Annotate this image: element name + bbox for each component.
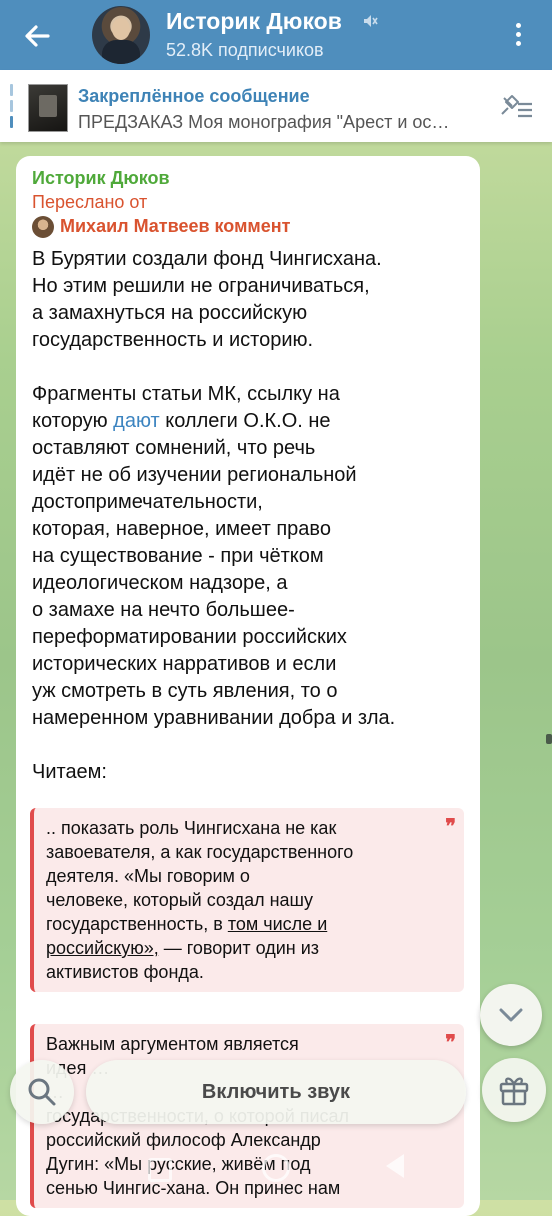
quote-icon: ❞: [445, 1030, 456, 1054]
text-line: переформатировании российских: [32, 626, 347, 648]
text-line: намеренном уравнивании добра и зла.: [32, 707, 396, 729]
text-line: оставляют сомнений, что речь: [32, 437, 316, 459]
text-line: В Бурятии создали фонд Чингисхана.: [32, 248, 382, 270]
dot-icon: [515, 23, 521, 28]
text-line: идёт не об изучении региональной: [32, 464, 357, 486]
message-bubble[interactable]: Историк Дюков Переслано от Михаил Матвее…: [16, 156, 480, 1216]
text-line: государственность и историю.: [32, 329, 314, 351]
more-menu-button[interactable]: [506, 20, 530, 52]
dot-icon: [515, 41, 521, 46]
gift-icon: [499, 1077, 529, 1106]
blockquote: ❞ .. показать роль Чингисхана не как зав…: [30, 808, 464, 992]
quote-line: человеке, который создал нашу: [46, 890, 313, 910]
channel-header: Историк Дюков 52.8K подписчиков: [0, 0, 552, 70]
chevron-down-icon: [499, 1008, 523, 1022]
forwarded-avatar[interactable]: [32, 216, 54, 238]
home-icon[interactable]: [262, 1154, 290, 1182]
text-line: которая, наверное, имеет право: [32, 518, 331, 540]
quote-line: Важным аргументом является: [46, 1034, 299, 1054]
subscriber-count: 52.8K подписчиков: [166, 40, 324, 60]
system-back-icon[interactable]: [386, 1154, 404, 1178]
text-line: о замахе на нечто большее-: [32, 599, 295, 621]
text-line: Но этим решили не ограничиваться,: [32, 275, 370, 297]
scroll-down-button[interactable]: [480, 984, 542, 1046]
message-text: В Бурятии создали фонд Чингисхана. Но эт…: [32, 246, 472, 786]
reading-label: Читаем:: [32, 761, 107, 783]
forwarded-label: Переслано от: [32, 192, 148, 212]
system-navigation-bar: [0, 1140, 552, 1200]
pinned-indicator: [10, 84, 13, 128]
quote-line: деятеля. «Мы говорим о: [46, 866, 250, 886]
text-link[interactable]: дают: [113, 410, 160, 432]
text-line: достопримечательности,: [32, 491, 263, 513]
quote-line: государственность, в том числе и: [46, 914, 328, 934]
search-button[interactable]: [10, 1060, 74, 1124]
text-line: уж смотреть в суть явления, то о: [32, 680, 338, 702]
quote-link[interactable]: том числе и: [228, 914, 327, 934]
quote-line: активистов фонда.: [46, 962, 204, 982]
quote-link[interactable]: российскую»,: [46, 938, 159, 958]
back-button[interactable]: [18, 18, 58, 54]
gift-button[interactable]: [482, 1058, 546, 1122]
channel-title[interactable]: Историк Дюков: [166, 8, 342, 35]
enable-sound-button[interactable]: Включить звук: [86, 1060, 466, 1124]
muted-speaker-icon: [364, 15, 378, 27]
dot-icon: [515, 32, 521, 37]
text-line: Фрагменты статьи МК, ссылку на: [32, 383, 340, 405]
forwarded-from[interactable]: Михаил Матвеев коммент: [60, 216, 290, 237]
quote-line: .. показать роль Чингисхана не как: [46, 818, 337, 838]
text-line: которую дают коллеги О.К.О. не: [32, 410, 331, 432]
pinned-thumbnail: [28, 84, 68, 132]
quote-line: завоевателя, а как государственного: [46, 842, 354, 862]
pin-list-icon[interactable]: [498, 92, 534, 122]
quote-line: российскую», — говорит один из: [46, 938, 320, 958]
message-author[interactable]: Историк Дюков: [32, 168, 170, 189]
scrollbar-handle[interactable]: [546, 734, 552, 744]
quote-icon: ❞: [445, 814, 456, 838]
text-line: исторических нарративов и если: [32, 653, 337, 675]
text-line: на существование - при чётком: [32, 545, 324, 567]
arrow-left-icon: [25, 25, 50, 47]
pinned-label: Закреплённое сообщение: [78, 86, 310, 106]
pinned-preview: ПРЕДЗАКАЗ Моя монография "Арест и ос…: [78, 112, 450, 132]
channel-avatar[interactable]: [92, 6, 150, 64]
text-line: а замахнуться на российскую: [32, 302, 308, 324]
text-line: идеологическом надзоре, а: [32, 572, 288, 594]
search-icon: [28, 1078, 56, 1106]
pinned-message-bar[interactable]: Закреплённое сообщение ПРЕДЗАКАЗ Моя мон…: [0, 70, 552, 142]
recent-apps-icon[interactable]: [148, 1158, 172, 1182]
